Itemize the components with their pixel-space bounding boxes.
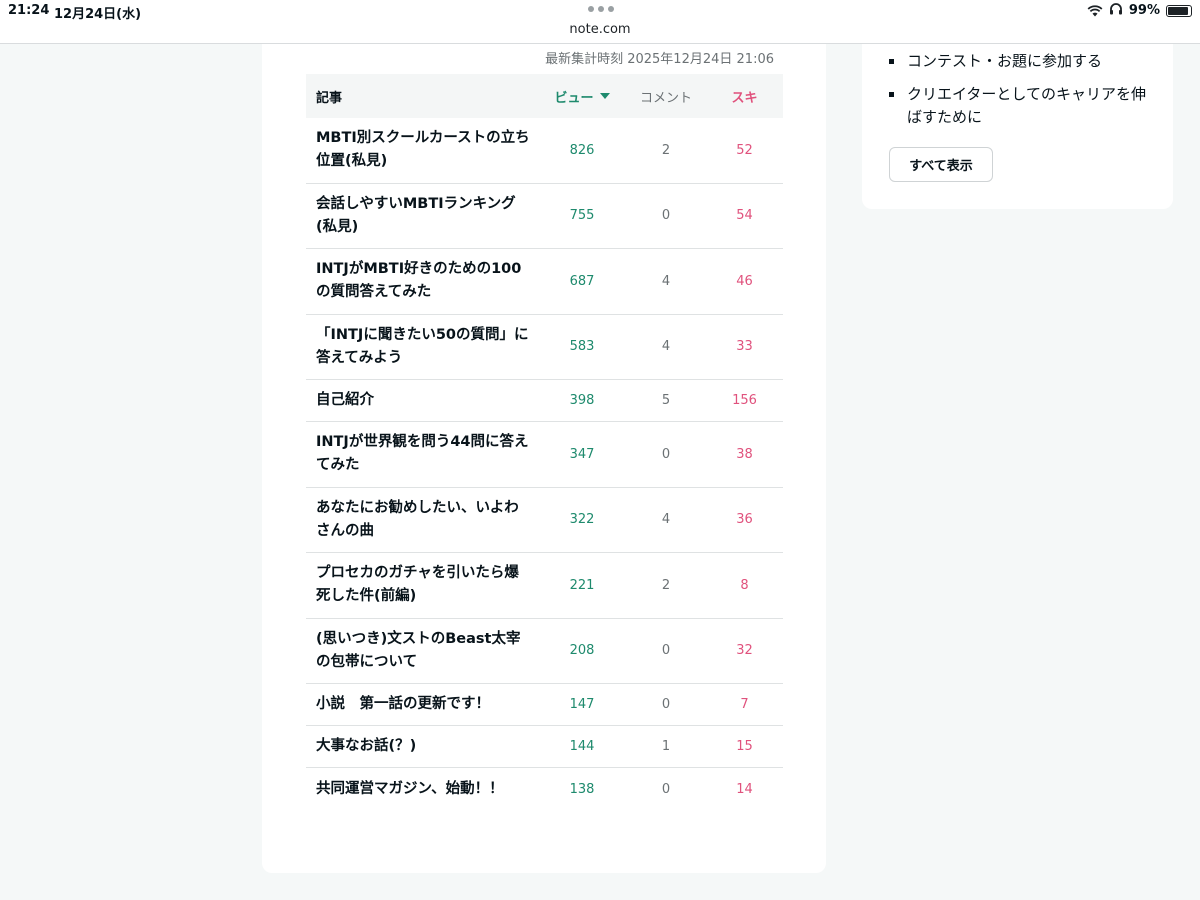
like-count: 32 (736, 643, 753, 659)
url-display[interactable]: note.com (0, 22, 1200, 37)
date: 12月24日(水) (54, 7, 142, 22)
headphones-icon (1109, 2, 1123, 19)
like-count: 8 (740, 577, 749, 593)
sidebar-link-contest[interactable]: コンテスト・お題に参加する (888, 50, 1158, 73)
view-count: 144 (569, 739, 595, 754)
table-row: 会話しやすいMBTIランキング(私見) 755 0 54 (306, 184, 783, 249)
table-header: 記事 ビュー コメント スキ (306, 74, 783, 118)
article-title-link[interactable]: MBTI別スクールカーストの立ち位置(私見) (306, 127, 538, 173)
article-title-link[interactable]: INTJが世界観を問う44問に答えてみた (306, 431, 538, 477)
sidebar-link-career[interactable]: クリエイターとしてのキャリアを伸ばすために (888, 83, 1158, 129)
view-count: 147 (569, 697, 595, 712)
comment-count: 0 (661, 697, 671, 712)
table-row: INTJがMBTI好きのための100の質問答えてみた 687 4 46 (306, 249, 783, 315)
article-title-link[interactable]: INTJがMBTI好きのための100の質問答えてみた (306, 258, 538, 304)
table-row: (思いつき)文ストのBeast太宰の包帯について 208 0 32 (306, 619, 783, 684)
view-count: 347 (569, 446, 595, 462)
view-count: 687 (569, 273, 595, 289)
table-row: 共同運営マガジン、始動！！ 138 0 14 (306, 768, 783, 810)
header-views-label: ビュー (554, 90, 594, 106)
table-row: INTJが世界観を問う44問に答えてみた 347 0 38 (306, 422, 783, 488)
comment-count: 1 (661, 739, 671, 754)
article-title-link[interactable]: 自己紹介 (306, 389, 538, 412)
comment-count: 0 (661, 643, 671, 659)
comment-count: 2 (661, 577, 671, 593)
view-count: 221 (569, 577, 595, 593)
clock: 21:24 (8, 3, 50, 18)
like-count: 33 (736, 339, 753, 355)
browser-status-bar: 21:24 12月24日(水) note.com 99% (0, 0, 1200, 44)
table-row: あなたにお勧めしたい、いよわさんの曲 322 4 36 (306, 488, 783, 553)
article-title-link[interactable]: 共同運営マガジン、始動！！ (306, 778, 538, 801)
sort-desc-icon (599, 93, 610, 99)
comment-count: 4 (661, 273, 671, 289)
like-count: 52 (736, 142, 753, 158)
comment-count: 5 (661, 393, 671, 408)
article-title-link[interactable]: 会話しやすいMBTIランキング(私見) (306, 193, 538, 239)
article-title-link[interactable]: 小説 第一話の更新です！ (306, 693, 538, 716)
comment-count: 4 (661, 512, 671, 528)
comment-count: 0 (661, 781, 671, 797)
like-count: 7 (740, 697, 749, 712)
sidebar-link-list: コンテスト・お題に参加する クリエイターとしてのキャリアを伸ばすために (888, 50, 1158, 139)
article-title-link[interactable]: あなたにお勧めしたい、いよわさんの曲 (306, 497, 538, 543)
like-count: 15 (736, 739, 753, 754)
multitask-dots-icon[interactable] (588, 6, 614, 12)
like-count: 54 (736, 208, 753, 224)
comment-count: 2 (661, 142, 671, 158)
like-count: 14 (736, 781, 753, 797)
article-title-link[interactable]: 「INTJに聞きたい50の質問」に答えてみよう (306, 324, 538, 370)
stats-card: 最新集計時刻 2025年12月24日 21:06 記事 ビュー コメント スキ … (262, 44, 826, 873)
battery-icon (1166, 4, 1192, 17)
article-title-link[interactable]: プロセカのガチャを引いたら爆死した件(前編) (306, 562, 538, 608)
table-row: 大事なお話(？) 144 1 15 (306, 726, 783, 768)
view-count: 826 (569, 142, 595, 158)
table-row: プロセカのガチャを引いたら爆死した件(前編) 221 2 8 (306, 553, 783, 619)
comment-count: 4 (661, 339, 671, 355)
wifi-icon (1087, 4, 1103, 17)
view-count: 138 (569, 781, 595, 797)
table-row: MBTI別スクールカーストの立ち位置(私見) 826 2 52 (306, 118, 783, 184)
status-icons: 99% (1087, 2, 1192, 19)
table-row: 「INTJに聞きたい50の質問」に答えてみよう 583 4 33 (306, 315, 783, 380)
comment-count: 0 (661, 446, 671, 462)
view-count: 755 (569, 208, 595, 224)
article-stats-table: 記事 ビュー コメント スキ MBTI別スクールカーストの立ち位置(私見) 82… (306, 74, 783, 810)
header-article: 記事 (316, 90, 343, 106)
header-comments[interactable]: コメント (626, 87, 706, 106)
table-row: 小説 第一話の更新です！ 147 0 7 (306, 684, 783, 726)
view-count: 322 (569, 512, 595, 528)
table-row: 自己紹介 398 5 156 (306, 380, 783, 422)
show-all-button[interactable]: すべて表示 (889, 147, 993, 182)
view-count: 208 (569, 643, 595, 659)
like-count: 46 (736, 273, 753, 289)
like-count: 38 (736, 446, 753, 462)
battery-percent: 99% (1128, 3, 1160, 18)
header-views[interactable]: ビュー (538, 87, 626, 106)
comment-count: 0 (661, 208, 671, 224)
view-count: 583 (569, 339, 595, 355)
article-title-link[interactable]: 大事なお話(？) (306, 735, 538, 758)
like-count: 156 (732, 393, 757, 408)
view-count: 398 (569, 393, 595, 408)
header-likes[interactable]: スキ (706, 87, 783, 106)
last-updated-time: 最新集計時刻 2025年12月24日 21:06 (545, 52, 774, 67)
sidebar-card: コンテスト・お題に参加する クリエイターとしてのキャリアを伸ばすために すべて表… (862, 44, 1173, 209)
like-count: 36 (736, 512, 753, 528)
article-title-link[interactable]: (思いつき)文ストのBeast太宰の包帯について (306, 628, 538, 674)
